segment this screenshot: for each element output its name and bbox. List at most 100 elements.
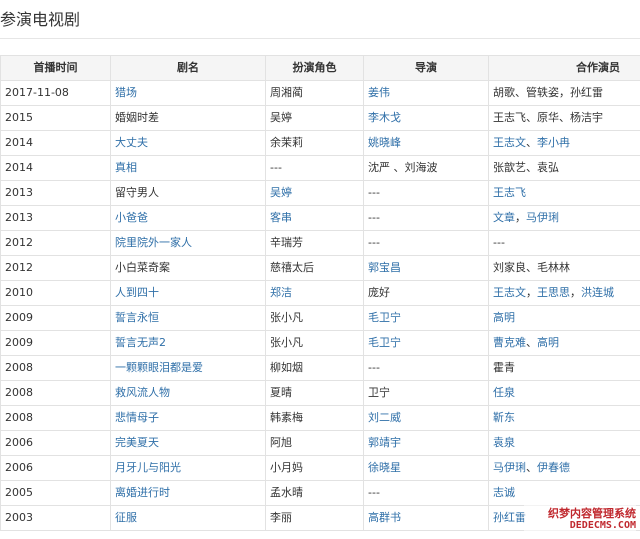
co-star-text: 张歆艺、袁弘: [493, 161, 559, 174]
co-star-link[interactable]: 马伊琍: [526, 211, 559, 224]
co-star-link[interactable]: 曹克难: [493, 336, 526, 349]
drama-title-cell: 小爸爸: [110, 205, 266, 231]
drama-title-link[interactable]: 悲情母子: [115, 411, 159, 424]
role-text: 柳如烟: [270, 361, 303, 374]
watermark-text: 织梦内容管理系统: [548, 507, 636, 520]
co-star-link[interactable]: 伊春德: [537, 461, 570, 474]
director-link[interactable]: 高群书: [368, 511, 401, 524]
co-star-link[interactable]: 志诚: [493, 486, 515, 499]
table-body: 2017-11-08 猎场 周湘蔺 姜伟 胡歌、管轶姿，孙红雷 2015 婚姻时差 吴婷 李木戈…: [0, 80, 640, 531]
role-text: 孟水晴: [270, 486, 303, 499]
director-text: 沈严 、刘海波: [368, 161, 438, 174]
table-row: 2006 完美夏天 阿旭 郭靖宇 袁泉: [0, 430, 640, 456]
table-row: 2009 誓言无声2 张小凡 毛卫宁 曹克难、高明: [0, 330, 640, 356]
section-title: 参演电视剧: [0, 10, 81, 29]
table-row: 2009 誓言永恒 张小凡 毛卫宁 高明: [0, 305, 640, 331]
drama-title-link[interactable]: 一颗颗眼泪都是爱: [115, 361, 203, 374]
director-link[interactable]: 郭宝昌: [368, 261, 401, 274]
director-link[interactable]: 姜伟: [368, 86, 390, 99]
co-stars-cell: 袁泉: [488, 430, 640, 456]
table-row: 2008 悲情母子 韩素梅 刘二威 靳东: [0, 405, 640, 431]
role-cell: 张小凡: [265, 305, 364, 331]
watermark-domain: DEDECMS.COM: [569, 520, 636, 531]
table-row: 2014 大丈夫 余茉莉 姚晓峰 王志文、李小冉: [0, 130, 640, 156]
air-date-cell: 2015: [0, 105, 111, 131]
director-cell: 姚晓峰: [363, 130, 489, 156]
director-link[interactable]: 李木戈: [368, 111, 401, 124]
director-text: ---: [368, 361, 380, 374]
co-star-link[interactable]: 王志文: [493, 136, 526, 149]
role-link[interactable]: 吴婷: [270, 186, 292, 199]
drama-title-link[interactable]: 救风流人物: [115, 386, 170, 399]
drama-title-cell: 征服: [110, 505, 266, 531]
drama-title-link[interactable]: 征服: [115, 511, 137, 524]
drama-title-cell: 小白菜奇案: [110, 255, 266, 281]
air-date-cell: 2012: [0, 255, 111, 281]
co-star-link[interactable]: 孙红雷: [493, 511, 526, 524]
director-link[interactable]: 毛卫宁: [368, 336, 401, 349]
director-link[interactable]: 郭靖宇: [368, 436, 401, 449]
role-link[interactable]: 客串: [270, 211, 292, 224]
co-star-link[interactable]: 靳东: [493, 411, 515, 424]
drama-title-link[interactable]: 院里院外一家人: [115, 236, 192, 249]
drama-title-cell: 猎场: [110, 80, 266, 106]
drama-title-link[interactable]: 猎场: [115, 86, 137, 99]
header-air-date: 首播时间: [0, 55, 111, 81]
co-star-link[interactable]: 王志飞: [493, 186, 526, 199]
role-cell: 夏晴: [265, 380, 364, 406]
drama-title-link[interactable]: 誓言无声2: [115, 336, 166, 349]
director-text: 庞好: [368, 286, 390, 299]
drama-title-text: 小白菜奇案: [115, 261, 170, 274]
drama-title-cell: 婚姻时差: [110, 105, 266, 131]
role-cell: 柳如烟: [265, 355, 364, 381]
air-date-cell: 2009: [0, 330, 111, 356]
drama-title-cell: 大丈夫: [110, 130, 266, 156]
director-cell: ---: [363, 180, 489, 206]
drama-title-link[interactable]: 离婚进行时: [115, 486, 170, 499]
co-star-link[interactable]: 高明: [537, 336, 559, 349]
director-link[interactable]: 姚晓峰: [368, 136, 401, 149]
co-star-link[interactable]: 袁泉: [493, 436, 515, 449]
co-star-text: 、: [526, 336, 537, 349]
drama-title-cell: 留守男人: [110, 180, 266, 206]
drama-title-link[interactable]: 真相: [115, 161, 137, 174]
co-star-text: 、: [526, 461, 537, 474]
drama-title-cell: 离婚进行时: [110, 480, 266, 506]
co-stars-cell: 王志飞、原华、杨洁宇: [488, 105, 640, 131]
director-cell: 沈严 、刘海波: [363, 155, 489, 181]
director-text: ---: [368, 236, 380, 249]
drama-title-link[interactable]: 誓言永恒: [115, 311, 159, 324]
co-star-link[interactable]: 马伊琍: [493, 461, 526, 474]
co-star-link[interactable]: 李小冉: [537, 136, 570, 149]
table-row: 2008 救风流人物 夏晴 卫宁 任泉: [0, 380, 640, 406]
director-cell: 李木戈: [363, 105, 489, 131]
director-link[interactable]: 毛卫宁: [368, 311, 401, 324]
header-role: 扮演角色: [265, 55, 364, 81]
co-star-text: 刘家良、毛林林: [493, 261, 570, 274]
co-star-link[interactable]: 任泉: [493, 386, 515, 399]
air-date-cell: 2008: [0, 355, 111, 381]
drama-title-link[interactable]: 小爸爸: [115, 211, 148, 224]
co-star-link[interactable]: 高明: [493, 311, 515, 324]
drama-title-link[interactable]: 大丈夫: [115, 136, 148, 149]
drama-title-link[interactable]: 完美夏天: [115, 436, 159, 449]
co-star-link[interactable]: 王思思: [537, 286, 570, 299]
role-text: 韩素梅: [270, 411, 303, 424]
director-cell: 徐晓星: [363, 455, 489, 481]
co-star-link[interactable]: 王志文: [493, 286, 526, 299]
table-row: 2005 离婚进行时 孟水晴 --- 志诚: [0, 480, 640, 506]
table-row: 2013 留守男人 吴婷 --- 王志飞: [0, 180, 640, 206]
drama-title-cell: 一颗颗眼泪都是爱: [110, 355, 266, 381]
director-link[interactable]: 徐晓星: [368, 461, 401, 474]
co-star-link[interactable]: 洪连城: [581, 286, 614, 299]
air-date-cell: 2013: [0, 180, 111, 206]
drama-title-cell: 誓言永恒: [110, 305, 266, 331]
director-link[interactable]: 刘二威: [368, 411, 401, 424]
air-date-cell: 2012: [0, 230, 111, 256]
role-link[interactable]: 郑洁: [270, 286, 292, 299]
co-star-link[interactable]: 文章: [493, 211, 515, 224]
drama-title-link[interactable]: 人到四十: [115, 286, 159, 299]
role-cell: 慈禧太后: [265, 255, 364, 281]
role-cell: 吴婷: [265, 105, 364, 131]
drama-title-link[interactable]: 月牙儿与阳光: [115, 461, 181, 474]
